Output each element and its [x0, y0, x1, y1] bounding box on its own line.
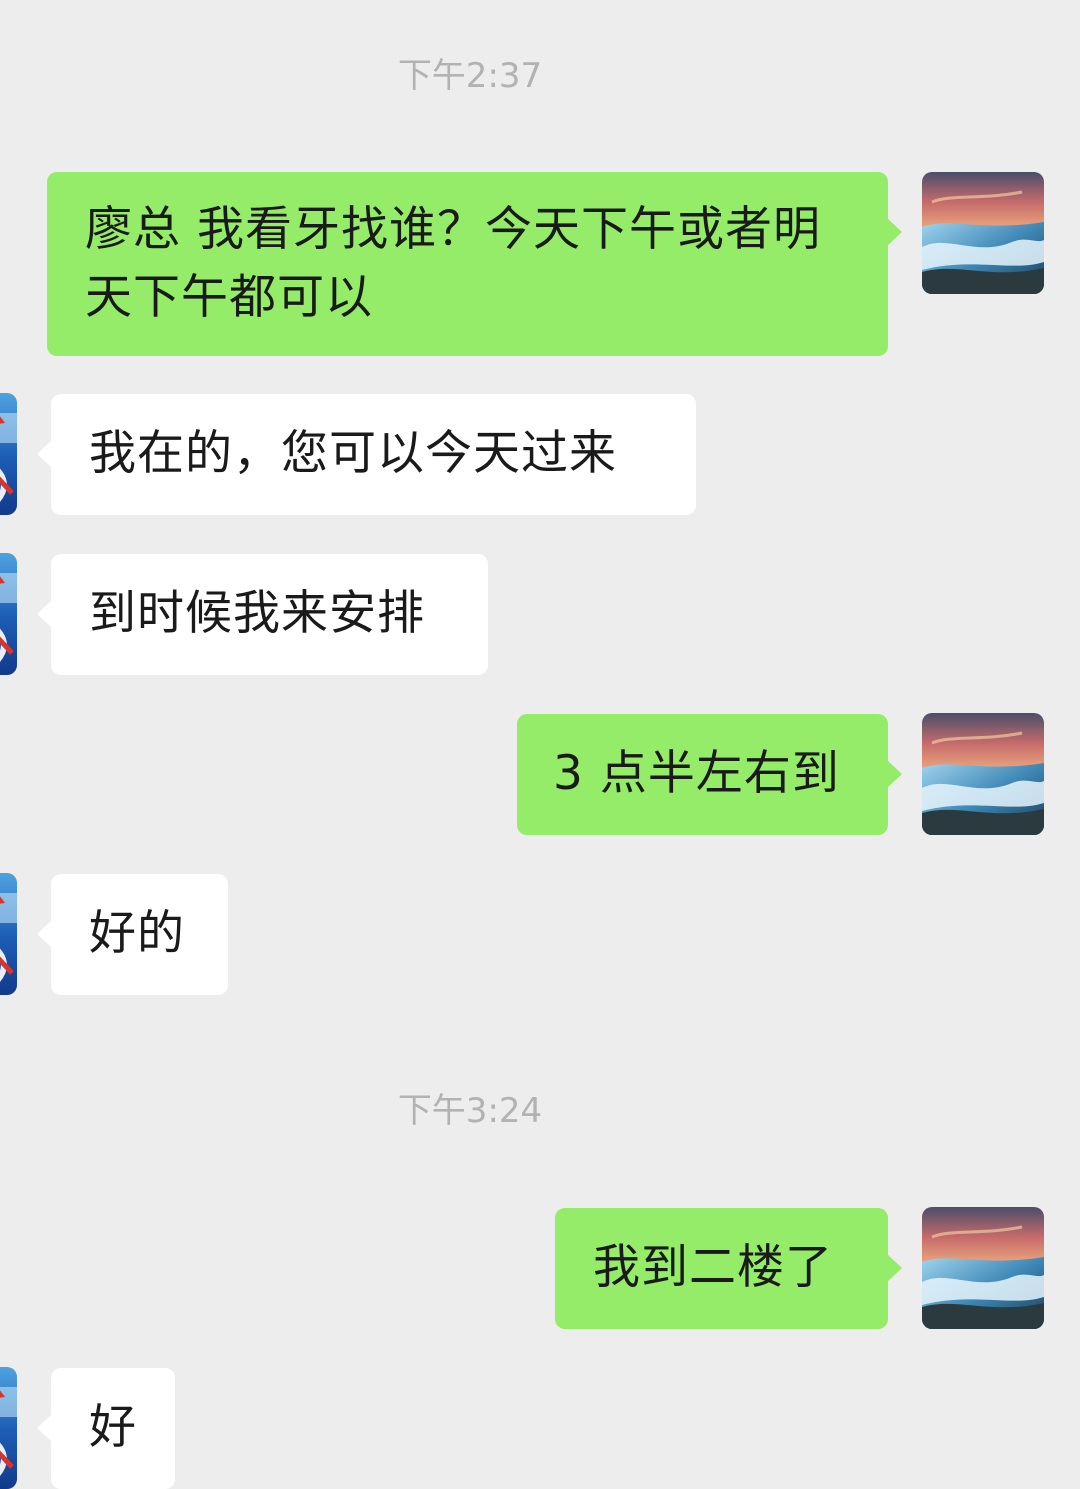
message-text: 到时候我来安排: [89, 586, 425, 641]
message-bubble-received[interactable]: 我在的，您可以今天过来: [37, 394, 696, 515]
timestamp: 下午2:37: [397, 56, 543, 96]
message-text: 我到二楼了: [593, 1240, 833, 1295]
message-bubble-received[interactable]: 好的: [37, 874, 228, 995]
message-bubble-received[interactable]: 好: [37, 1368, 175, 1489]
contact-avatar[interactable]: [0, 873, 17, 995]
message-bubble-sent[interactable]: 我到二楼了: [555, 1208, 902, 1329]
self-avatar[interactable]: [922, 172, 1044, 294]
message-bubble-received[interactable]: 到时候我来安排: [37, 554, 488, 675]
message-bubble-sent[interactable]: 廖总 我看牙找谁？今天下午或者明天下午都可以: [47, 172, 902, 356]
message-text: 3 点半左右到: [553, 746, 840, 801]
message-text: 好: [89, 1400, 137, 1455]
message-text: 好的: [89, 906, 185, 961]
message-text: 廖总 我看牙找谁？今天下午或者明天下午都可以: [85, 202, 821, 325]
message-bubble-sent[interactable]: 3 点半左右到: [517, 714, 902, 835]
timestamp: 下午3:24: [397, 1091, 543, 1131]
message-text: 我在的，您可以今天过来: [89, 426, 617, 481]
self-avatar[interactable]: [922, 713, 1044, 835]
contact-avatar[interactable]: [0, 1367, 17, 1489]
contact-avatar[interactable]: [0, 553, 17, 675]
contact-avatar[interactable]: [0, 393, 17, 515]
self-avatar[interactable]: [922, 1207, 1044, 1329]
